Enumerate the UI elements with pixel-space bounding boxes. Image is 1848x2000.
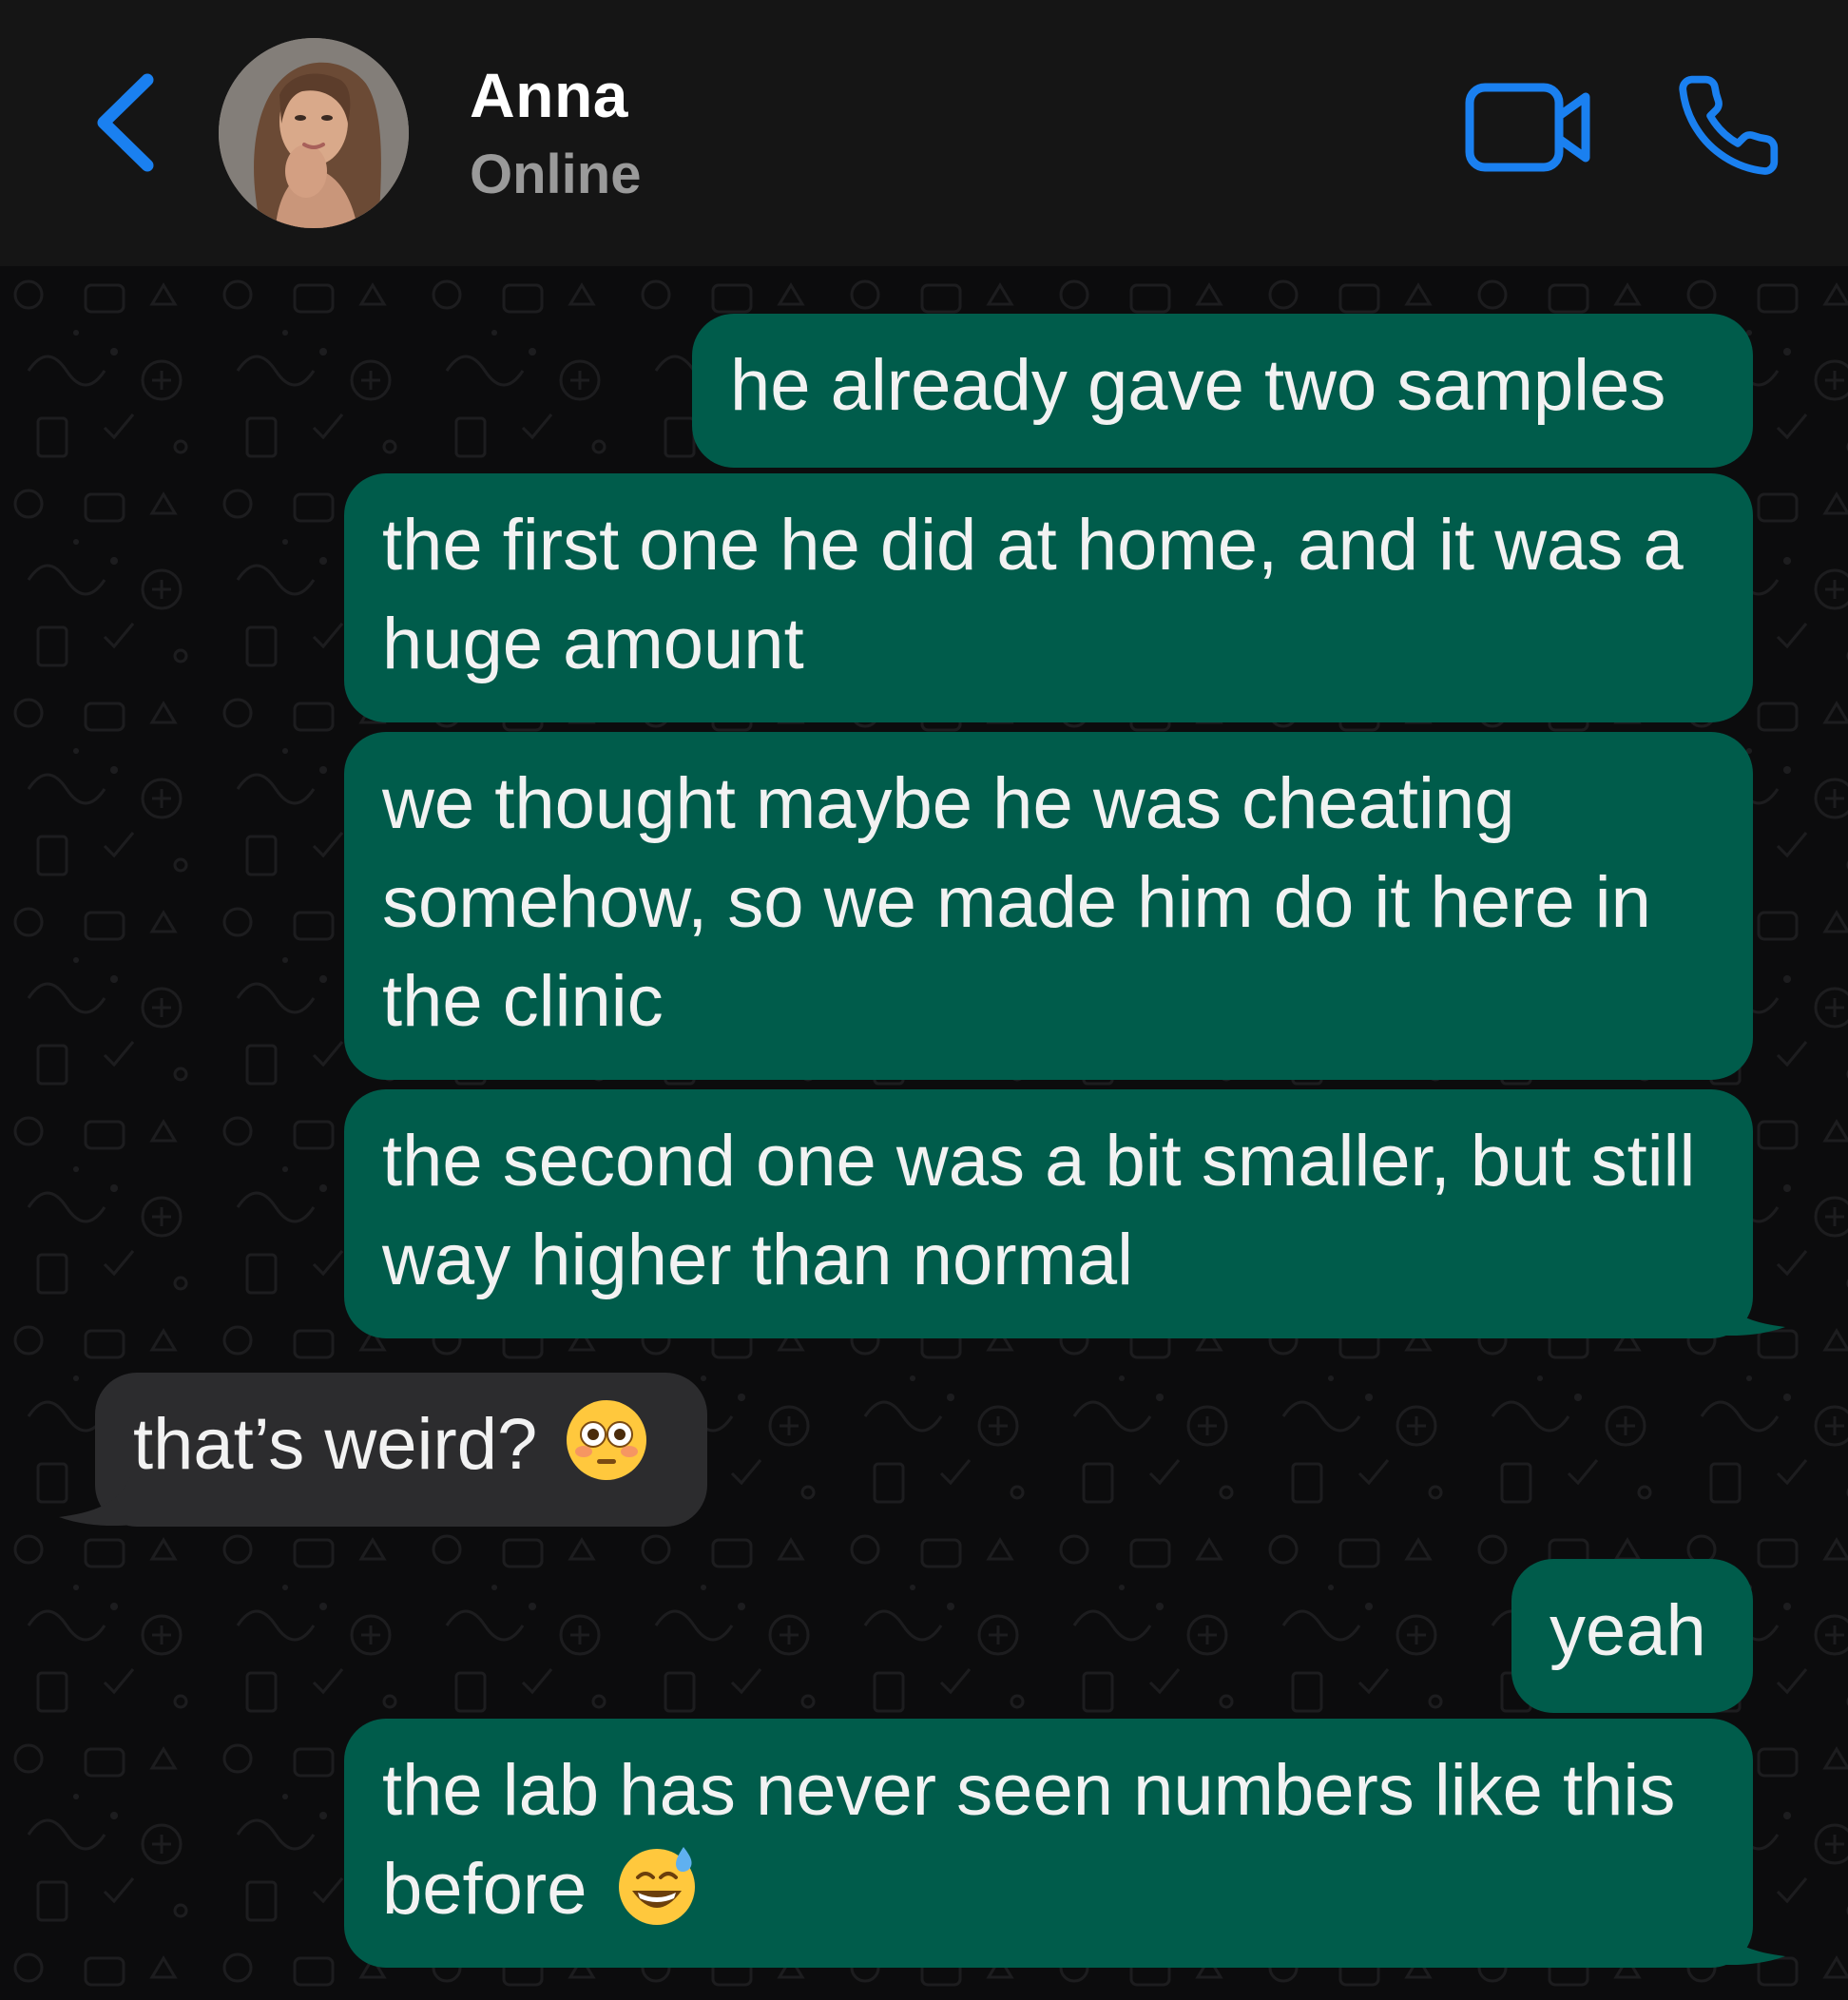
video-call-button[interactable] bbox=[1464, 80, 1593, 175]
chat-header: Anna Online bbox=[0, 0, 1848, 266]
message-bubble-outgoing[interactable]: yeah bbox=[1511, 1559, 1753, 1713]
chat-area[interactable]: he already gave two samples the first on… bbox=[0, 266, 1848, 2000]
voice-call-button[interactable] bbox=[1673, 70, 1783, 181]
bubble-tail bbox=[59, 1470, 133, 1527]
contact-name[interactable]: Anna bbox=[470, 59, 628, 131]
avatar[interactable] bbox=[219, 38, 409, 228]
message-bubble-incoming[interactable]: that’s weird? bbox=[95, 1373, 707, 1527]
message-text: that’s weird? bbox=[133, 1404, 538, 1485]
message-bubble-outgoing[interactable]: we thought maybe he was cheating somehow… bbox=[344, 732, 1753, 1080]
grinning-face-with-sweat-emoji bbox=[618, 1847, 695, 1925]
chevron-left-icon bbox=[97, 73, 154, 172]
phone-icon bbox=[1679, 75, 1779, 175]
message-text: the lab has never seen numbers like this… bbox=[382, 1750, 1676, 1930]
message-text: he already gave two samples bbox=[730, 345, 1666, 426]
contact-status: Online bbox=[470, 144, 642, 205]
message-text: yeah bbox=[1550, 1590, 1706, 1671]
bubble-tail bbox=[1711, 1909, 1785, 1966]
message-bubble-outgoing[interactable]: the second one was a bit smaller, but st… bbox=[344, 1089, 1753, 1338]
back-button[interactable] bbox=[87, 70, 164, 175]
message-text: the first one he did at home, and it was… bbox=[382, 505, 1684, 684]
message-bubble-outgoing[interactable]: he already gave two samples bbox=[692, 314, 1753, 468]
message-bubble-outgoing[interactable]: the lab has never seen numbers like this… bbox=[344, 1719, 1753, 1968]
bubble-tail bbox=[1711, 1279, 1785, 1337]
message-text: we thought maybe he was cheating somehow… bbox=[382, 763, 1651, 1042]
message-text: the second one was a bit smaller, but st… bbox=[382, 1121, 1696, 1300]
video-camera-icon bbox=[1465, 83, 1590, 172]
flushed-face-emoji bbox=[567, 1400, 647, 1480]
message-bubble-outgoing[interactable]: the first one he did at home, and it was… bbox=[344, 473, 1753, 722]
avatar-image bbox=[219, 38, 409, 228]
